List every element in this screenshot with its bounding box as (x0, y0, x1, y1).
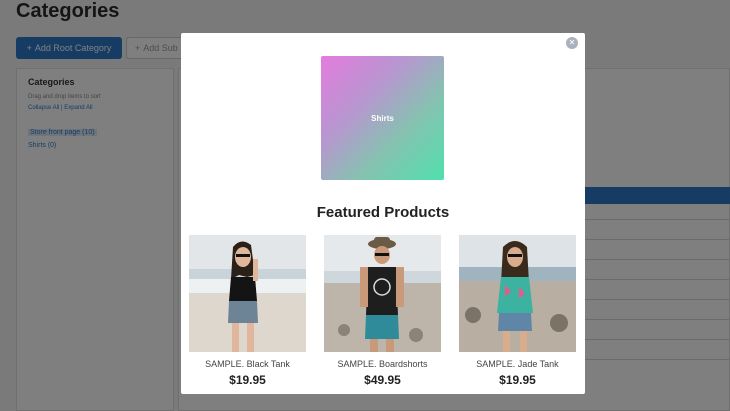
product-price: $19.95 (499, 373, 536, 387)
product-name: SAMPLE. Black Tank (205, 359, 290, 369)
product-price: $49.95 (364, 373, 401, 387)
product-price: $19.95 (229, 373, 266, 387)
product-name: SAMPLE. Jade Tank (476, 359, 559, 369)
product-card[interactable]: SAMPLE. Boardshorts $49.95 (324, 235, 441, 387)
category-banner-image: Shirts (321, 56, 444, 180)
category-preview-modal: ✕ Shirts Featured Products SAMPLE. Black… (181, 33, 585, 394)
product-card[interactable]: SAMPLE. Black Tank $19.95 (189, 235, 306, 387)
product-image (324, 235, 441, 352)
product-card[interactable]: SAMPLE. Jade Tank $19.95 (459, 235, 576, 387)
featured-products-heading: Featured Products (316, 204, 450, 221)
close-icon[interactable]: ✕ (566, 37, 578, 49)
product-image (459, 235, 576, 352)
product-image (189, 235, 306, 352)
product-name: SAMPLE. Boardshorts (337, 359, 428, 369)
banner-label: Shirts (371, 113, 394, 123)
